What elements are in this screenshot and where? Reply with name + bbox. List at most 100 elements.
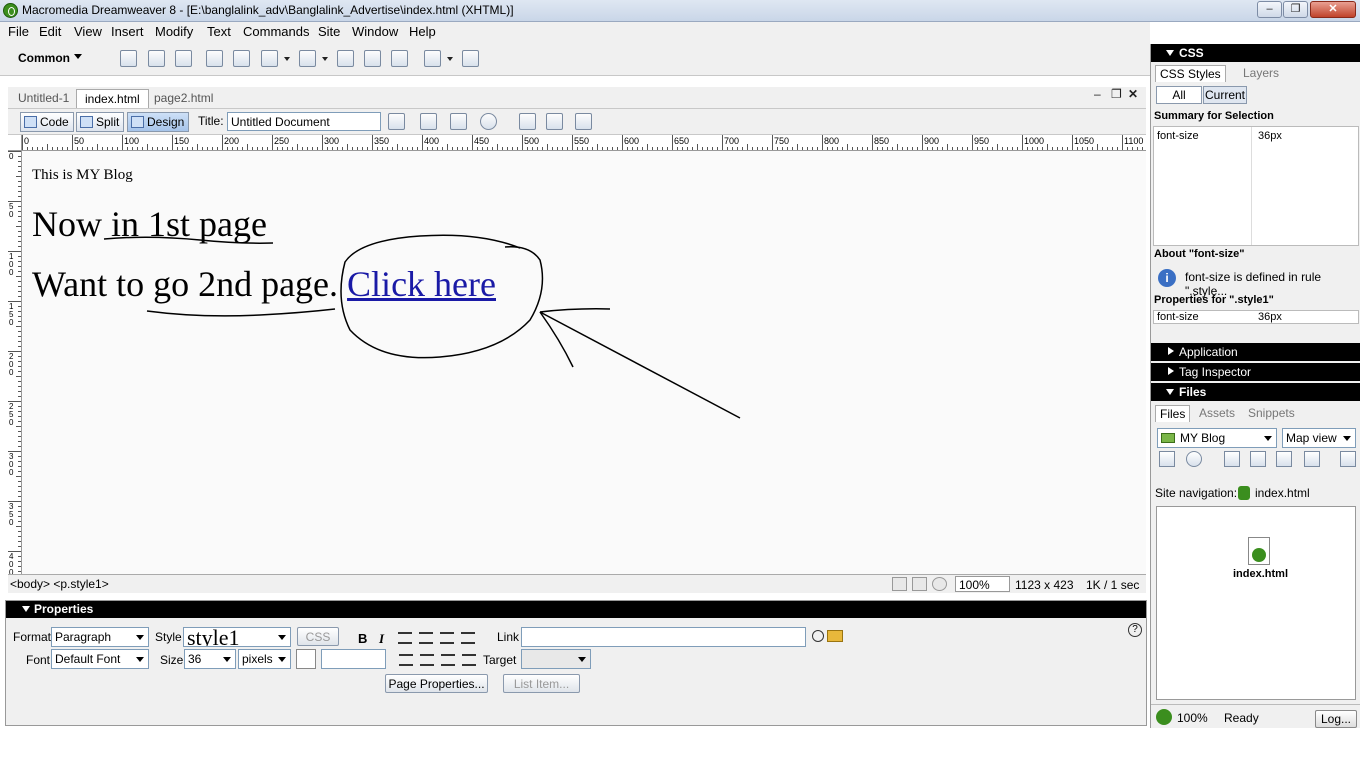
align-left-icon[interactable] bbox=[398, 632, 412, 644]
doc-restore-icon[interactable]: ❐ bbox=[1111, 87, 1122, 101]
log-button[interactable]: Log... bbox=[1315, 710, 1357, 728]
text-indent-icon[interactable] bbox=[462, 654, 476, 666]
summary-value[interactable]: 36px bbox=[1258, 130, 1282, 142]
view-select[interactable]: Map view bbox=[1282, 428, 1356, 448]
chevron-down-icon[interactable] bbox=[284, 57, 290, 61]
application-panel-header[interactable]: Application bbox=[1151, 343, 1360, 361]
media-icon[interactable] bbox=[299, 50, 316, 67]
format-select[interactable]: Paragraph bbox=[51, 627, 149, 647]
zoom-select[interactable]: 100% bbox=[955, 576, 1010, 592]
expand-panel-icon[interactable] bbox=[1340, 451, 1356, 467]
menu-window[interactable]: Window bbox=[352, 24, 398, 39]
italic-button[interactable]: I bbox=[379, 631, 384, 647]
file-management-icon[interactable] bbox=[420, 113, 437, 130]
templates-icon[interactable] bbox=[424, 50, 441, 67]
page-properties-button[interactable]: Page Properties... bbox=[385, 674, 488, 693]
css-button[interactable]: CSS bbox=[297, 627, 339, 646]
summary-property[interactable]: font-size bbox=[1157, 130, 1199, 142]
check-out-icon[interactable] bbox=[1276, 451, 1292, 467]
maximize-button[interactable]: ❐ bbox=[1283, 1, 1308, 18]
select-tool-icon[interactable] bbox=[892, 577, 907, 591]
files-panel-header[interactable]: Files bbox=[1151, 383, 1360, 401]
validate-markup-icon[interactable] bbox=[388, 113, 405, 130]
justify-icon[interactable] bbox=[461, 632, 475, 644]
text-color-input[interactable] bbox=[321, 649, 386, 669]
bold-button[interactable]: B bbox=[358, 631, 367, 646]
unordered-list-icon[interactable] bbox=[399, 654, 413, 666]
text-color-picker[interactable] bbox=[296, 649, 316, 669]
document-title-input[interactable] bbox=[227, 112, 381, 131]
image-icon[interactable] bbox=[261, 50, 278, 67]
doc-close-icon[interactable]: ✕ bbox=[1128, 87, 1138, 101]
comment-icon[interactable] bbox=[391, 50, 408, 67]
split-view-button[interactable]: Split bbox=[76, 112, 125, 132]
refresh-icon[interactable] bbox=[1186, 451, 1202, 467]
tab-assets[interactable]: Assets bbox=[1199, 406, 1235, 420]
menu-file[interactable]: File bbox=[8, 24, 29, 39]
text-outdent-icon[interactable] bbox=[441, 654, 455, 666]
ordered-list-icon[interactable] bbox=[420, 654, 434, 666]
tag-chooser-icon[interactable] bbox=[462, 50, 479, 67]
table-icon[interactable] bbox=[206, 50, 223, 67]
ruler-origin[interactable] bbox=[8, 135, 22, 151]
zoom-tool-icon[interactable] bbox=[932, 577, 947, 591]
hand-tool-icon[interactable] bbox=[912, 577, 927, 591]
size-select[interactable]: 36 bbox=[184, 649, 236, 669]
hyperlink-icon[interactable] bbox=[120, 50, 137, 67]
style-select[interactable]: style1 bbox=[183, 627, 291, 647]
tab-files[interactable]: Files bbox=[1155, 405, 1191, 422]
help-icon[interactable]: ? bbox=[1128, 623, 1142, 637]
css-current-button[interactable]: Current bbox=[1203, 86, 1247, 104]
html-file-icon[interactable] bbox=[1248, 537, 1270, 565]
properties-panel-title[interactable]: Properties bbox=[6, 601, 1146, 618]
menu-commands[interactable]: Commands bbox=[243, 24, 309, 39]
menu-modify[interactable]: Modify bbox=[155, 24, 193, 39]
menu-view[interactable]: View bbox=[74, 24, 102, 39]
menu-edit[interactable]: Edit bbox=[39, 24, 61, 39]
properties-value[interactable]: 36px bbox=[1258, 311, 1282, 323]
get-files-icon[interactable] bbox=[1224, 451, 1240, 467]
layer-icon[interactable] bbox=[233, 50, 250, 67]
refresh-icon[interactable] bbox=[519, 113, 536, 130]
put-files-icon[interactable] bbox=[1250, 451, 1266, 467]
css-all-button[interactable]: All bbox=[1156, 86, 1202, 104]
window-size-select[interactable]: 1123 x 423 bbox=[1015, 578, 1074, 592]
chevron-down-icon[interactable] bbox=[322, 57, 328, 61]
named-anchor-icon[interactable] bbox=[175, 50, 192, 67]
tag-inspector-panel-header[interactable]: Tag Inspector bbox=[1151, 363, 1360, 381]
chevron-down-icon[interactable] bbox=[74, 54, 82, 59]
design-view-button[interactable]: Design bbox=[127, 112, 190, 132]
font-select[interactable]: Default Font bbox=[51, 649, 149, 669]
close-window-button[interactable]: ✕ bbox=[1310, 1, 1356, 18]
code-view-button[interactable]: Code bbox=[20, 112, 74, 132]
server-side-include-icon[interactable] bbox=[364, 50, 381, 67]
tab-index-html[interactable]: index.html bbox=[76, 89, 149, 108]
align-center-icon[interactable] bbox=[419, 632, 433, 644]
doc-minimize-icon[interactable]: – bbox=[1094, 87, 1101, 101]
tag-path[interactable]: <body> <p.style1> bbox=[10, 577, 109, 591]
css-panel-header[interactable]: CSS bbox=[1151, 44, 1360, 62]
map-file-label[interactable]: index.html bbox=[1233, 568, 1288, 580]
check-in-icon[interactable] bbox=[1304, 451, 1320, 467]
tab-snippets[interactable]: Snippets bbox=[1248, 406, 1295, 420]
point-to-file-icon[interactable] bbox=[812, 630, 824, 642]
tab-untitled-1[interactable]: Untitled-1 bbox=[10, 89, 77, 108]
tab-page2-html[interactable]: page2.html bbox=[146, 89, 221, 108]
menu-help[interactable]: Help bbox=[409, 24, 436, 39]
visual-aids-icon[interactable] bbox=[575, 113, 592, 130]
link-input[interactable] bbox=[521, 627, 806, 647]
site-select[interactable]: MY Blog bbox=[1157, 428, 1277, 448]
unit-select[interactable]: pixels bbox=[238, 649, 291, 669]
view-options-icon[interactable] bbox=[546, 113, 563, 130]
list-item-button[interactable]: List Item... bbox=[503, 674, 580, 693]
insert-category-select[interactable]: Common bbox=[18, 51, 70, 65]
menu-text[interactable]: Text bbox=[207, 24, 231, 39]
date-icon[interactable] bbox=[337, 50, 354, 67]
site-navigation-file[interactable]: index.html bbox=[1255, 486, 1310, 500]
menu-site[interactable]: Site bbox=[318, 24, 340, 39]
preview-browser-icon[interactable] bbox=[450, 113, 467, 130]
target-select[interactable] bbox=[521, 649, 591, 669]
align-right-icon[interactable] bbox=[440, 632, 454, 644]
properties-property[interactable]: font-size bbox=[1157, 311, 1199, 323]
minimize-button[interactable]: – bbox=[1257, 1, 1282, 18]
